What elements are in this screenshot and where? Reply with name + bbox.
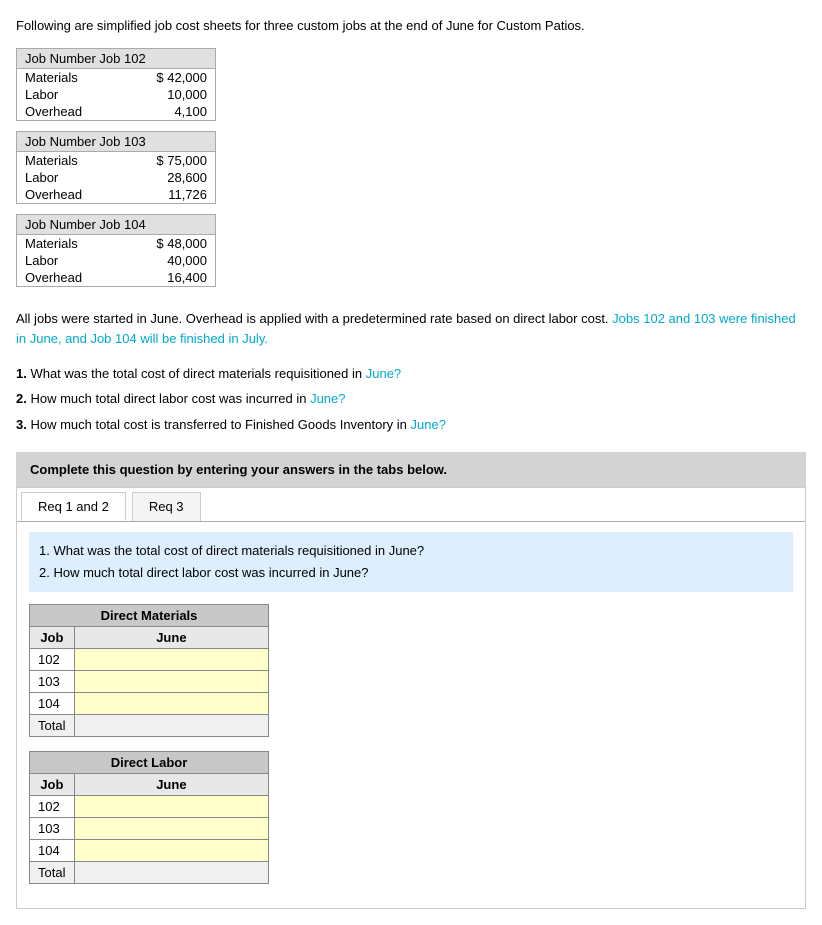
direct-materials-section: Direct Materials Job June 102 103 104 [29, 604, 793, 737]
job-102-materials-input[interactable] [74, 649, 268, 671]
job-104-materials-input[interactable] [74, 693, 268, 715]
job-102-header: Job Number Job 102 [17, 49, 215, 69]
table-row: Overhead 16,400 [17, 269, 215, 286]
tab-instruction-2: 2. How much total direct labor cost was … [39, 562, 783, 584]
table-row: 103 [30, 818, 269, 840]
table-row: Overhead 11,726 [17, 186, 215, 203]
total-labor-cell [74, 862, 268, 884]
job-104-label: 104 [30, 840, 75, 862]
overhead-label: Overhead [17, 186, 121, 203]
total-label: Total [30, 862, 75, 884]
labor-label: Labor [17, 252, 121, 269]
table-row: Materials $ 42,000 [17, 69, 215, 86]
tab-bar: Req 1 and 2 Req 3 [17, 488, 805, 522]
materials-label: Materials [17, 69, 121, 86]
column-header-row: Job June [30, 774, 269, 796]
job-103-header: Job Number Job 103 [17, 132, 215, 152]
table-row: Materials $ 48,000 [17, 235, 215, 252]
labor-label: Labor [17, 86, 121, 103]
job-102-label: 102 [30, 649, 75, 671]
overhead-label: Overhead [17, 269, 121, 286]
col-june-header: June [74, 627, 268, 649]
total-row: Total [30, 862, 269, 884]
table-row: 102 [30, 796, 269, 818]
labor-value: 10,000 [121, 86, 215, 103]
column-header-row: Job June [30, 627, 269, 649]
table-row: Labor 28,600 [17, 169, 215, 186]
tab-req3[interactable]: Req 3 [132, 492, 201, 521]
overhead-value: 11,726 [121, 186, 215, 203]
job-104-sheet: Job Number Job 104 Materials $ 48,000 La… [16, 214, 216, 287]
direct-labor-table: Direct Labor Job June 102 103 104 [29, 751, 269, 884]
table-row: 104 [30, 693, 269, 715]
direct-materials-header: Direct Materials [30, 605, 269, 627]
section-header-row: Direct Labor [30, 752, 269, 774]
materials-value: $ 48,000 [121, 235, 215, 252]
tab-instructions: 1. What was the total cost of direct mat… [29, 532, 793, 592]
overhead-value: 16,400 [121, 269, 215, 286]
intro-text: Following are simplified job cost sheets… [16, 16, 806, 36]
materials-value: $ 75,000 [121, 152, 215, 169]
question-3: 3. How much total cost is transferred to… [16, 413, 806, 436]
direct-materials-table: Direct Materials Job June 102 103 104 [29, 604, 269, 737]
tabs-container: Req 1 and 2 Req 3 1. What was the total … [16, 487, 806, 909]
materials-value: $ 42,000 [121, 69, 215, 86]
tab-content-req1and2: 1. What was the total cost of direct mat… [17, 522, 805, 908]
complete-box: Complete this question by entering your … [16, 452, 806, 487]
job-104-labor-input[interactable] [74, 840, 268, 862]
table-row: 104 [30, 840, 269, 862]
question-1: 1. What was the total cost of direct mat… [16, 362, 806, 385]
table-row: Labor 10,000 [17, 86, 215, 103]
total-row: Total [30, 715, 269, 737]
total-label: Total [30, 715, 75, 737]
col-job-header: Job [30, 627, 75, 649]
job-103-materials-input[interactable] [74, 671, 268, 693]
col-job-header: Job [30, 774, 75, 796]
direct-labor-section: Direct Labor Job June 102 103 104 [29, 751, 793, 884]
job-102-labor-input[interactable] [74, 796, 268, 818]
job-103-label: 103 [30, 818, 75, 840]
question-2: 2. How much total direct labor cost was … [16, 387, 806, 410]
table-row: 103 [30, 671, 269, 693]
table-row: 102 [30, 649, 269, 671]
job-102-sheet: Job Number Job 102 Materials $ 42,000 La… [16, 48, 216, 121]
overhead-label: Overhead [17, 103, 121, 120]
table-row: Materials $ 75,000 [17, 152, 215, 169]
job-104-header: Job Number Job 104 [17, 215, 215, 235]
col-june-header: June [74, 774, 268, 796]
labor-label: Labor [17, 169, 121, 186]
questions-section: 1. What was the total cost of direct mat… [16, 362, 806, 436]
overhead-value: 4,100 [121, 103, 215, 120]
tab-req1and2[interactable]: Req 1 and 2 [21, 492, 126, 521]
section-header-row: Direct Materials [30, 605, 269, 627]
job-cost-sheets-container: Job Number Job 102 Materials $ 42,000 La… [16, 48, 806, 297]
job-103-sheet: Job Number Job 103 Materials $ 75,000 La… [16, 131, 216, 204]
materials-label: Materials [17, 235, 121, 252]
paragraph-text: All jobs were started in June. Overhead … [16, 309, 806, 351]
labor-value: 28,600 [121, 169, 215, 186]
job-103-labor-input[interactable] [74, 818, 268, 840]
job-103-label: 103 [30, 671, 75, 693]
direct-labor-header: Direct Labor [30, 752, 269, 774]
table-row: Labor 40,000 [17, 252, 215, 269]
total-materials-input[interactable] [74, 715, 268, 737]
labor-value: 40,000 [121, 252, 215, 269]
job-102-label: 102 [30, 796, 75, 818]
job-104-label: 104 [30, 693, 75, 715]
tab-instruction-1: 1. What was the total cost of direct mat… [39, 540, 783, 562]
table-row: Overhead 4,100 [17, 103, 215, 120]
materials-label: Materials [17, 152, 121, 169]
